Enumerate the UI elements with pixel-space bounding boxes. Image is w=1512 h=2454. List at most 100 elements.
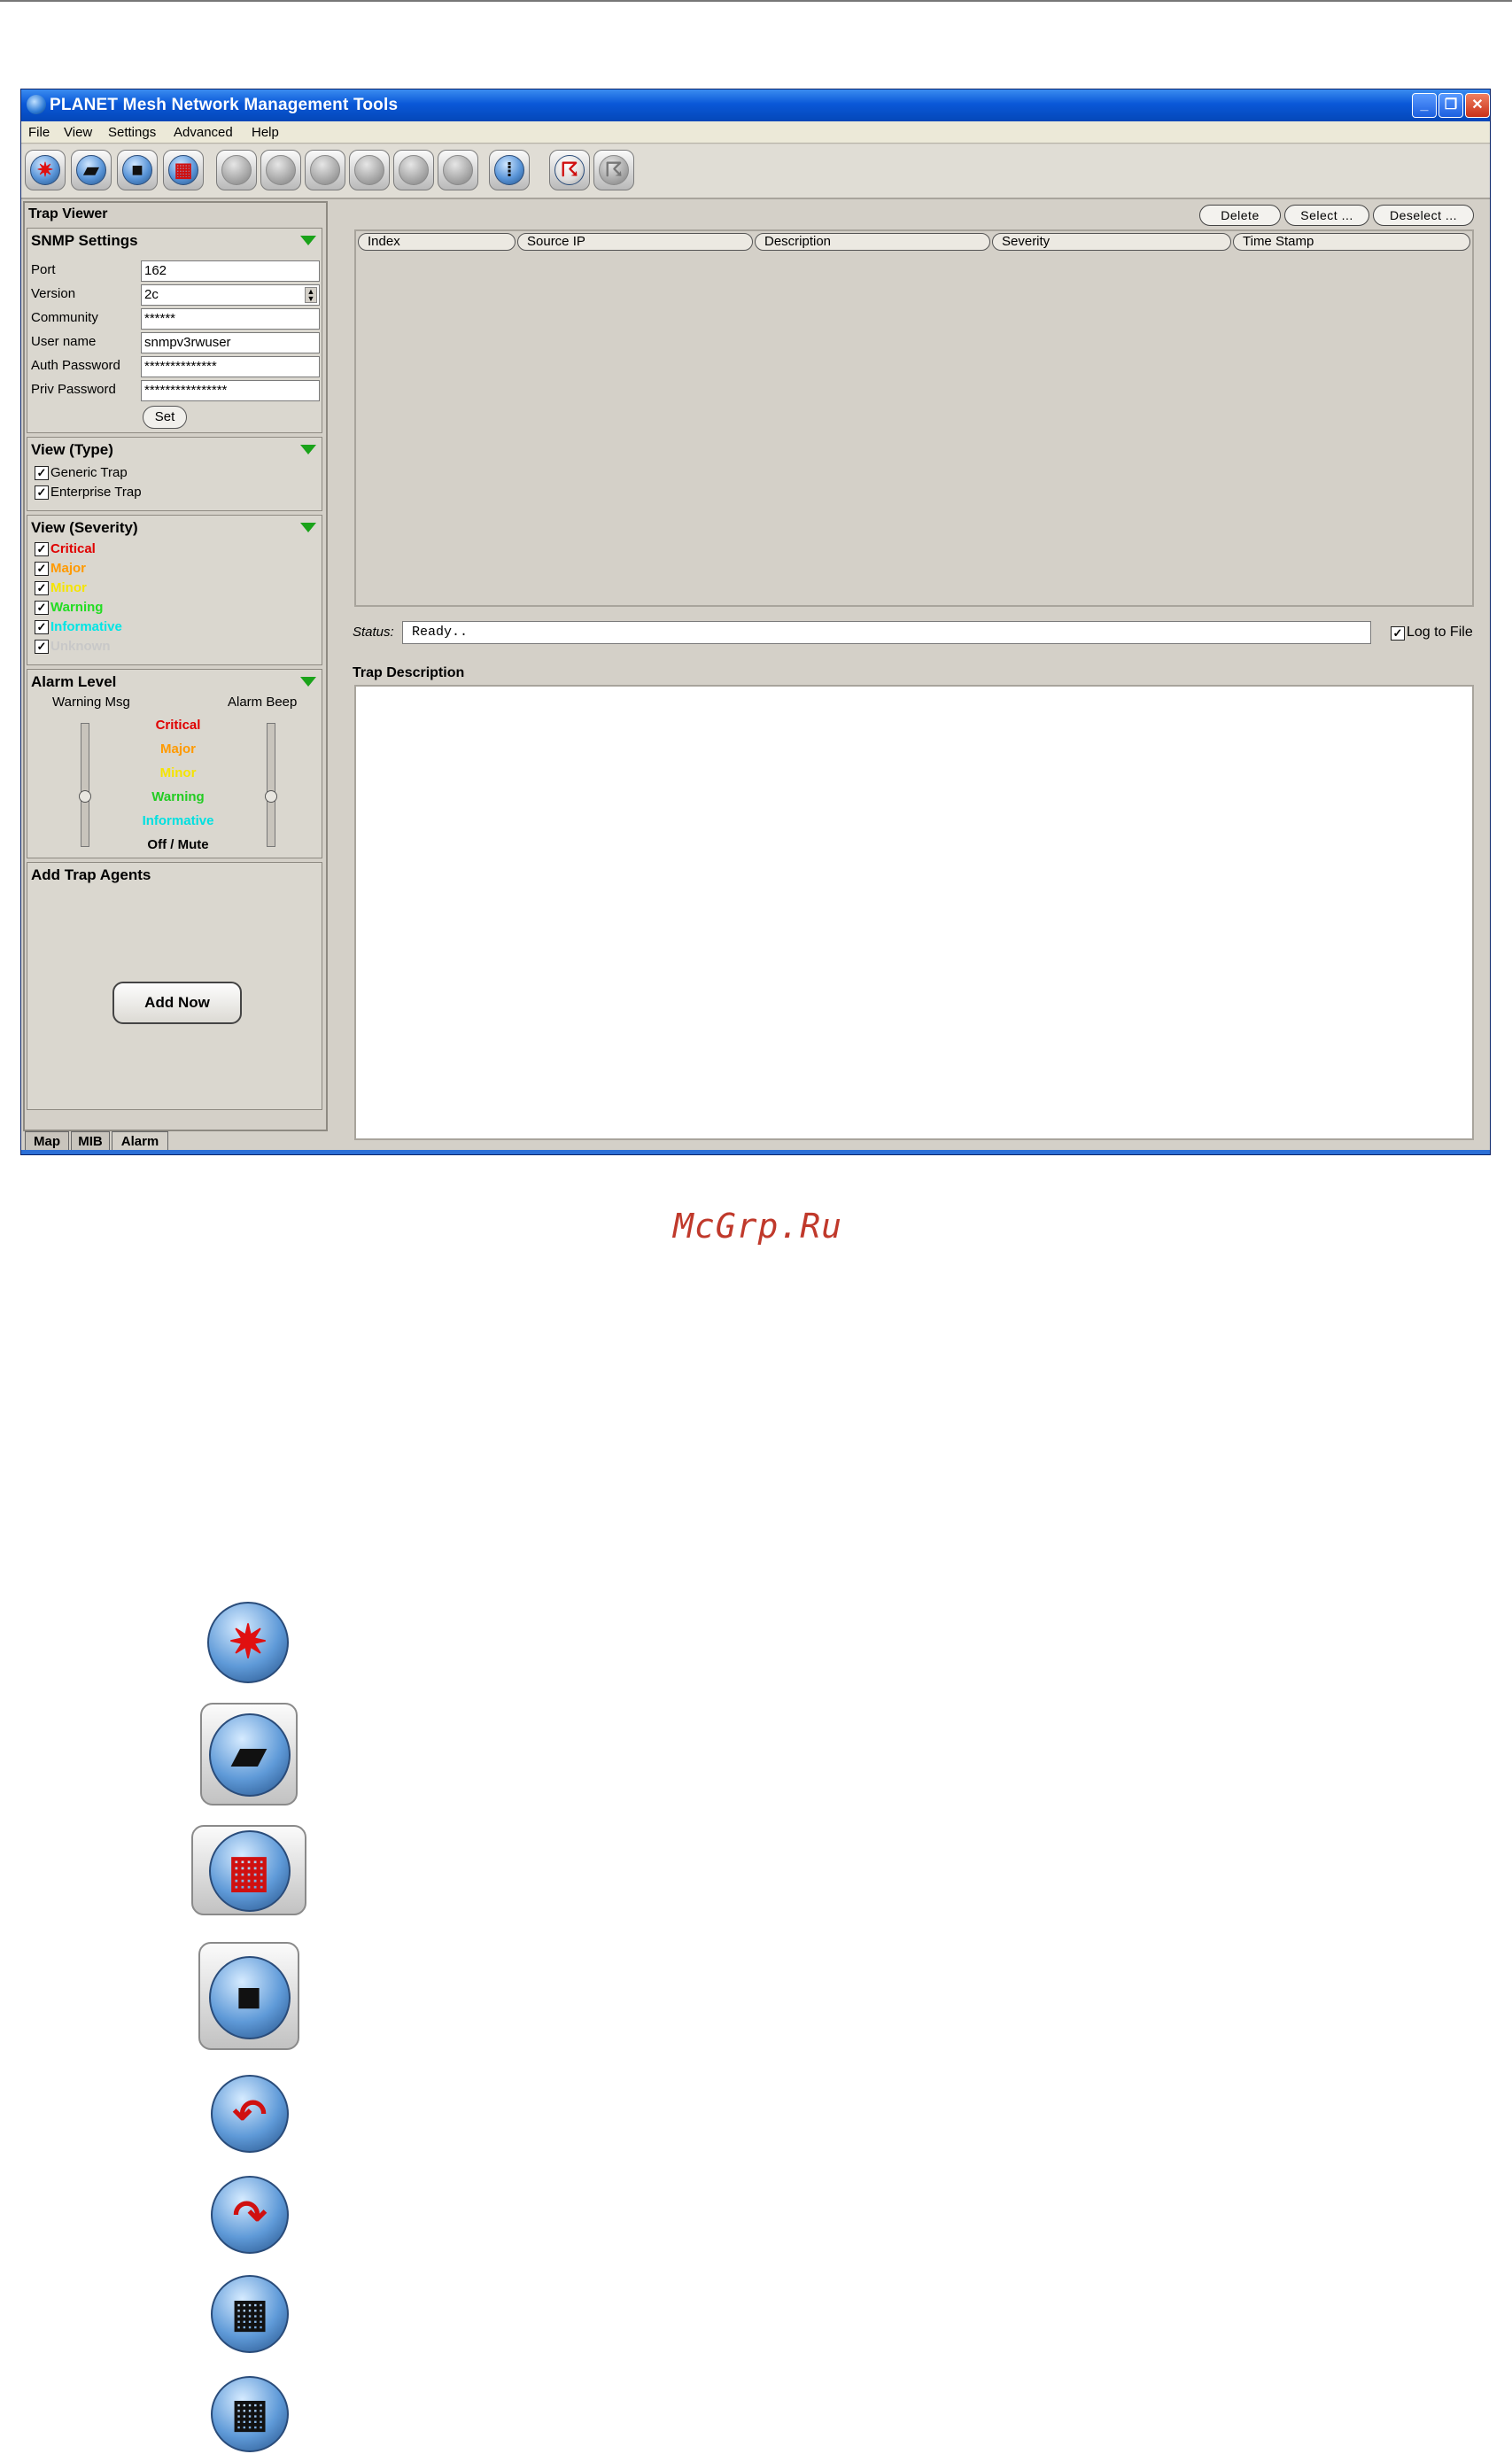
- footprints-button[interactable]: ⁞: [489, 150, 530, 190]
- window-bottom-border: [21, 1150, 1490, 1154]
- add-trap-agents-section: Add Trap Agents Add Now: [27, 862, 322, 1110]
- collapse-arrow-icon[interactable]: [300, 236, 316, 245]
- major-label: Major: [50, 561, 87, 576]
- toolbar-button-8[interactable]: [349, 150, 390, 190]
- alarm-beep-slider-knob[interactable]: [265, 789, 277, 803]
- collapse-arrow-icon[interactable]: [300, 445, 316, 454]
- restore-button[interactable]: ❐: [1438, 93, 1463, 118]
- window-stack-button[interactable]: ■: [117, 150, 158, 190]
- trap-description-area[interactable]: [354, 685, 1474, 1140]
- community-label: Community: [31, 310, 98, 325]
- panel-title: Trap Viewer: [28, 206, 108, 221]
- antenna-button[interactable]: ☈: [549, 150, 590, 190]
- add-now-button[interactable]: Add Now: [112, 982, 242, 1024]
- legend-rotate-left: ↶: [211, 2075, 289, 2153]
- set-button[interactable]: Set: [143, 406, 187, 429]
- legend-table-play: ▦: [211, 2275, 289, 2353]
- minor-checkbox[interactable]: ✓: [35, 581, 49, 595]
- toolbar-button-10[interactable]: [438, 150, 478, 190]
- antenna-disabled-button[interactable]: ☈: [593, 150, 634, 190]
- alarm-beep-label: Alarm Beep: [228, 695, 298, 710]
- version-value: 2c: [144, 287, 159, 302]
- log-to-file-checkbox[interactable]: ✓: [1391, 626, 1405, 641]
- table-play-icon: ▦: [231, 2292, 268, 2335]
- antenna-icon: ☈: [561, 159, 578, 181]
- alarm-level-section: Alarm Level Warning Msg Alarm Beep Criti…: [27, 669, 322, 858]
- delete-button[interactable]: Delete: [1199, 205, 1281, 226]
- spinner-arrows-icon[interactable]: ▲ ▼: [305, 287, 317, 303]
- page-top-rule: [0, 0, 1512, 2]
- warning-msg-slider[interactable]: [81, 723, 89, 847]
- section-header: View (Type): [31, 441, 113, 458]
- user-name-label: User name: [31, 334, 97, 349]
- legend-table-refresh: ▦: [211, 2376, 289, 2452]
- collapse-arrow-icon[interactable]: [300, 677, 316, 687]
- deselect-button[interactable]: Deselect ...: [1373, 205, 1474, 226]
- warning-checkbox[interactable]: ✓: [35, 601, 49, 615]
- grid-icon: ▦: [228, 1846, 270, 1896]
- version-label: Version: [31, 286, 76, 301]
- enterprise-trap-label: Enterprise Trap: [50, 485, 142, 500]
- warning-msg-label: Warning Msg: [52, 695, 130, 710]
- minor-label: Minor: [50, 580, 87, 595]
- toolbar-button-9[interactable]: [393, 150, 434, 190]
- warning-msg-slider-knob[interactable]: [79, 789, 91, 803]
- major-checkbox[interactable]: ✓: [35, 562, 49, 576]
- auth-password-input[interactable]: **************: [141, 356, 320, 377]
- view-type-section: View (Type) ✓ Generic Trap ✓ Enterprise …: [27, 437, 322, 511]
- title-bar[interactable]: PLANET Mesh Network Management Tools _ ❐…: [21, 89, 1490, 121]
- column-header-time-stamp[interactable]: Time Stamp: [1233, 233, 1470, 251]
- column-header-description[interactable]: Description: [755, 233, 990, 251]
- menu-advanced[interactable]: Advanced: [174, 125, 233, 140]
- critical-label: Critical: [50, 541, 96, 556]
- minimize-button[interactable]: _: [1412, 93, 1437, 118]
- select-button[interactable]: Select ...: [1284, 205, 1369, 226]
- level-major: Major: [159, 742, 196, 757]
- discover-icon: ✷: [36, 159, 54, 181]
- version-select[interactable]: 2c ▲ ▼: [141, 284, 320, 306]
- legend-open: ▰: [200, 1703, 298, 1806]
- collapse-arrow-icon[interactable]: [300, 523, 316, 532]
- unknown-checkbox[interactable]: ✓: [35, 640, 49, 654]
- window-stack-icon: ■: [236, 1974, 262, 2021]
- column-header-severity[interactable]: Severity: [992, 233, 1231, 251]
- rotate-right-icon: ↷: [232, 2192, 268, 2238]
- menu-view[interactable]: View: [64, 125, 92, 140]
- window-title: PLANET Mesh Network Management Tools: [50, 96, 399, 114]
- footprints-icon: ⁞: [506, 159, 513, 181]
- level-off-mute: Off / Mute: [147, 837, 209, 852]
- toolbar-button-7[interactable]: [305, 150, 345, 190]
- user-name-input[interactable]: snmpv3rwuser: [141, 332, 320, 353]
- open-button[interactable]: ▰: [71, 150, 112, 190]
- legend-grid: ▦: [191, 1825, 306, 1915]
- port-input[interactable]: 162: [141, 260, 320, 282]
- priv-password-input[interactable]: ****************: [141, 380, 320, 401]
- app-window: PLANET Mesh Network Management Tools _ ❐…: [20, 89, 1491, 1155]
- section-header: View (Severity): [31, 519, 138, 536]
- menu-file[interactable]: File: [28, 125, 50, 140]
- warning-label: Warning: [50, 600, 104, 615]
- informative-checkbox[interactable]: ✓: [35, 620, 49, 634]
- critical-checkbox[interactable]: ✓: [35, 542, 49, 556]
- open-folder-icon: ▰: [231, 1729, 267, 1779]
- table-refresh-icon: ▦: [231, 2392, 268, 2435]
- alarm-beep-slider[interactable]: [267, 723, 275, 847]
- menu-help[interactable]: Help: [252, 125, 279, 140]
- status-label: Status:: [353, 625, 394, 640]
- close-button[interactable]: ✕: [1465, 93, 1490, 118]
- discover-button[interactable]: ✷: [25, 150, 66, 190]
- column-header-index[interactable]: Index: [358, 233, 516, 251]
- grid-button[interactable]: ▦: [163, 150, 204, 190]
- column-header-source-ip[interactable]: Source IP: [517, 233, 753, 251]
- legend-rotate-right: ↷: [211, 2176, 289, 2254]
- trap-table[interactable]: Index Source IP Description Severity Tim…: [354, 229, 1474, 607]
- enterprise-trap-checkbox[interactable]: ✓: [35, 485, 49, 500]
- community-input[interactable]: ******: [141, 308, 320, 330]
- window-stack-icon: ■: [131, 159, 143, 181]
- toolbar-button-6[interactable]: [260, 150, 301, 190]
- generic-trap-checkbox[interactable]: ✓: [35, 466, 49, 480]
- toolbar-button-5[interactable]: [216, 150, 257, 190]
- menu-settings[interactable]: Settings: [108, 125, 156, 140]
- level-informative: Informative: [142, 813, 214, 828]
- snmp-settings-section: SNMP Settings Port 162 Version 2c ▲ ▼ Comm…: [27, 228, 322, 433]
